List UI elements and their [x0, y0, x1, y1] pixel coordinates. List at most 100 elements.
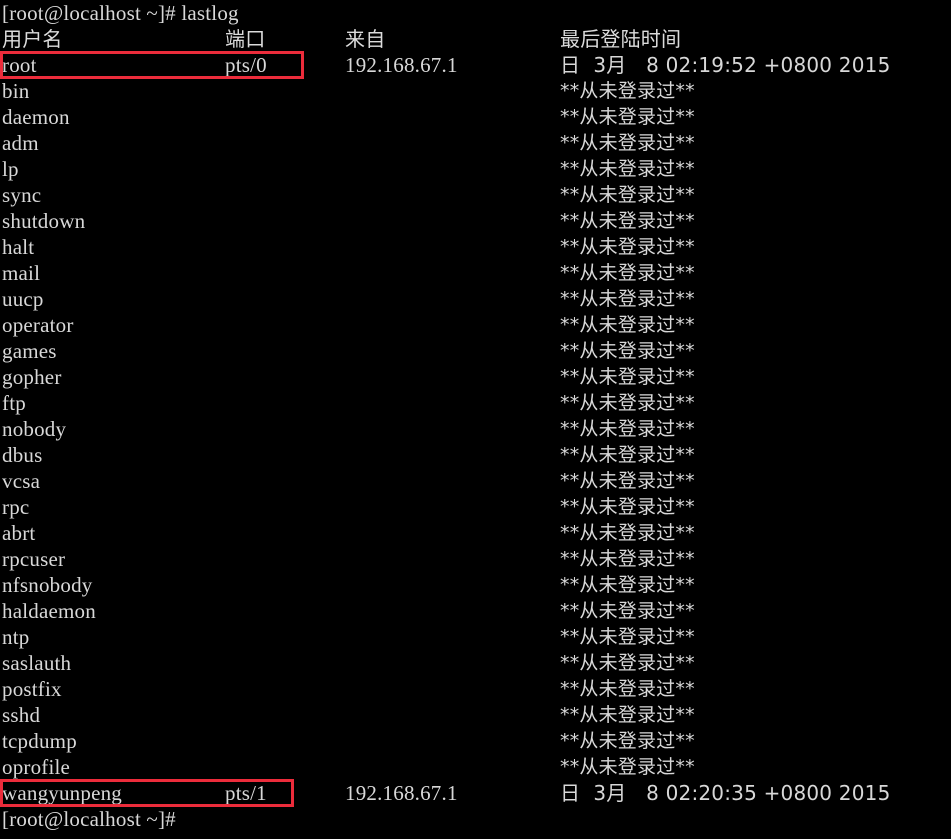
cell-from: 192.168.67.1 [345, 780, 458, 806]
table-row: rpcuser **从未登录过** [0, 546, 951, 572]
column-header-user: 用户名 [2, 26, 63, 52]
table-row: daemon **从未登录过** [0, 104, 951, 130]
table-row: sshd **从未登录过** [0, 702, 951, 728]
cell-user: abrt [2, 520, 35, 546]
column-header-from: 来自 [345, 26, 385, 52]
table-header-row: 用户名 端口 来自 最后登陆时间 [0, 26, 951, 52]
cell-user: ftp [2, 390, 26, 416]
cell-user: haldaemon [2, 598, 96, 624]
table-row: halt **从未登录过** [0, 234, 951, 260]
table-row: bin **从未登录过** [0, 78, 951, 104]
cell-never-logged-in: **从未登录过** [560, 624, 695, 650]
table-row: wangyunpeng pts/1 192.168.67.1 日 3月 8 02:20… [0, 780, 951, 806]
table-row: oprofile **从未登录过** [0, 754, 951, 780]
cell-user: bin [2, 78, 29, 104]
table-row: sync **从未登录过** [0, 182, 951, 208]
cell-never-logged-in: **从未登录过** [560, 234, 695, 260]
table-row: uucp **从未登录过** [0, 286, 951, 312]
cell-never-logged-in: **从未登录过** [560, 286, 695, 312]
cell-never-logged-in: **从未登录过** [560, 130, 695, 156]
table-row: rpc **从未登录过** [0, 494, 951, 520]
table-row: nobody **从未登录过** [0, 416, 951, 442]
cell-user: root [2, 52, 37, 78]
cell-user: saslauth [2, 650, 71, 676]
cell-never-logged-in: **从未登录过** [560, 416, 695, 442]
cell-never-logged-in: **从未登录过** [560, 104, 695, 130]
cell-user: vcsa [2, 468, 40, 494]
cell-never-logged-in: **从未登录过** [560, 364, 695, 390]
cell-never-logged-in: **从未登录过** [560, 572, 695, 598]
cell-user: nobody [2, 416, 66, 442]
lastlog-table-body: root pts/0 192.168.67.1 日 3月 8 02:19:52 +08… [0, 52, 951, 806]
cell-never-logged-in: **从未登录过** [560, 546, 695, 572]
cell-last-login: 日 3月 8 02:19:52 +0800 2015 [560, 52, 891, 78]
cell-user: mail [2, 260, 40, 286]
cell-user: dbus [2, 442, 42, 468]
cell-never-logged-in: **从未登录过** [560, 338, 695, 364]
cell-never-logged-in: **从未登录过** [560, 702, 695, 728]
cell-user: sshd [2, 702, 40, 728]
table-row: tcpdump **从未登录过** [0, 728, 951, 754]
cell-user: sync [2, 182, 41, 208]
cell-never-logged-in: **从未登录过** [560, 598, 695, 624]
column-header-port: 端口 [225, 26, 265, 52]
cell-user: rpc [2, 494, 29, 520]
cell-never-logged-in: **从未登录过** [560, 676, 695, 702]
cell-never-logged-in: **从未登录过** [560, 754, 695, 780]
trailing-prompt-line: [root@localhost ~]# [0, 806, 951, 832]
cell-user: adm [2, 130, 39, 156]
table-row: postfix **从未登录过** [0, 676, 951, 702]
table-row: adm **从未登录过** [0, 130, 951, 156]
cell-port: pts/1 [225, 780, 267, 806]
cell-user: games [2, 338, 57, 364]
cell-never-logged-in: **从未登录过** [560, 650, 695, 676]
cell-never-logged-in: **从未登录过** [560, 442, 695, 468]
cell-user: daemon [2, 104, 70, 130]
table-row: shutdown **从未登录过** [0, 208, 951, 234]
cell-user: lp [2, 156, 19, 182]
cell-user: nfsnobody [2, 572, 92, 598]
cell-never-logged-in: **从未登录过** [560, 156, 695, 182]
table-row: lp **从未登录过** [0, 156, 951, 182]
cell-user: gopher [2, 364, 62, 390]
cell-never-logged-in: **从未登录过** [560, 312, 695, 338]
table-row: root pts/0 192.168.67.1 日 3月 8 02:19:52 +08… [0, 52, 951, 78]
cell-never-logged-in: **从未登录过** [560, 208, 695, 234]
terminal-window: [root@localhost ~]# lastlog 用户名 端口 来自 最后… [0, 0, 951, 839]
table-row: vcsa **从未登录过** [0, 468, 951, 494]
cell-never-logged-in: **从未登录过** [560, 494, 695, 520]
table-row: abrt **从未登录过** [0, 520, 951, 546]
table-row: gopher **从未登录过** [0, 364, 951, 390]
cell-user: tcpdump [2, 728, 77, 754]
command-prompt-line: [root@localhost ~]# lastlog [0, 0, 951, 26]
table-row: saslauth **从未登录过** [0, 650, 951, 676]
cell-never-logged-in: **从未登录过** [560, 78, 695, 104]
cell-user: operator [2, 312, 74, 338]
table-row: mail **从未登录过** [0, 260, 951, 286]
table-row: haldaemon **从未登录过** [0, 598, 951, 624]
cell-user: oprofile [2, 754, 70, 780]
table-row: ntp **从未登录过** [0, 624, 951, 650]
cell-user: wangyunpeng [2, 780, 122, 806]
cell-user: uucp [2, 286, 44, 312]
table-row: dbus **从未登录过** [0, 442, 951, 468]
cell-user: rpcuser [2, 546, 65, 572]
cell-port: pts/0 [225, 52, 267, 78]
cell-user: halt [2, 234, 34, 260]
column-header-last-login: 最后登陆时间 [560, 26, 681, 52]
cell-last-login: 日 3月 8 02:20:35 +0800 2015 [560, 780, 891, 806]
cell-user: ntp [2, 624, 29, 650]
table-row: operator **从未登录过** [0, 312, 951, 338]
cell-user: postfix [2, 676, 62, 702]
cell-never-logged-in: **从未登录过** [560, 182, 695, 208]
table-row: games **从未登录过** [0, 338, 951, 364]
cell-never-logged-in: **从未登录过** [560, 468, 695, 494]
cell-never-logged-in: **从未登录过** [560, 260, 695, 286]
cell-never-logged-in: **从未登录过** [560, 520, 695, 546]
cell-never-logged-in: **从未登录过** [560, 390, 695, 416]
cell-never-logged-in: **从未登录过** [560, 728, 695, 754]
cell-from: 192.168.67.1 [345, 52, 458, 78]
table-row: ftp **从未登录过** [0, 390, 951, 416]
table-row: nfsnobody **从未登录过** [0, 572, 951, 598]
cell-user: shutdown [2, 208, 85, 234]
